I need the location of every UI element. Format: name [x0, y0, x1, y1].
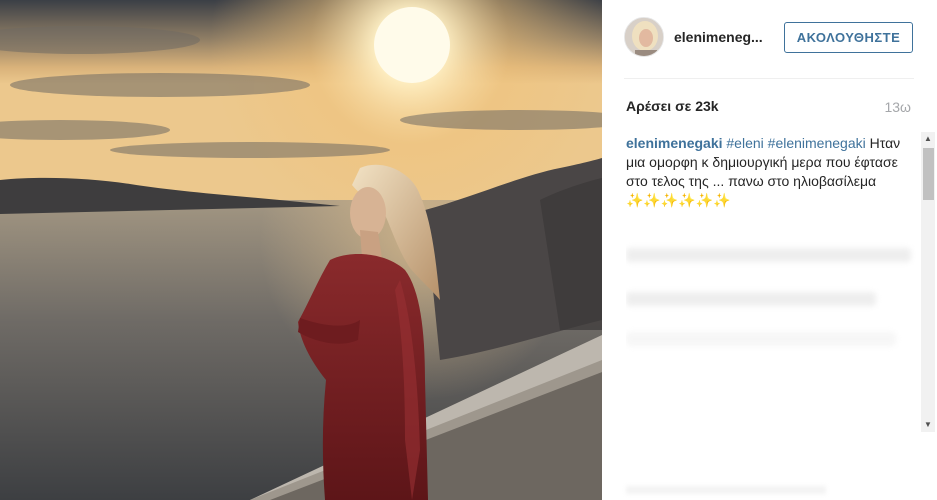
sunset-photo: [0, 0, 602, 500]
post-timestamp[interactable]: 13ω: [884, 99, 911, 115]
header-divider: [624, 78, 914, 79]
blurred-comment: [626, 292, 876, 306]
hashtag-link[interactable]: #elenimenegaki: [768, 135, 866, 151]
scroll-thumb[interactable]: [923, 148, 934, 200]
avatar[interactable]: [624, 17, 664, 57]
post-caption: elenimenegaki #eleni #elenimenegaki Ηταν…: [626, 134, 916, 210]
username-link[interactable]: elenimeneg...: [674, 29, 763, 45]
hashtag-link[interactable]: #eleni: [726, 135, 763, 151]
post-header: elenimeneg... ΑΚΟΛΟΥΘΗΣΤΕ: [602, 0, 937, 78]
likes-count[interactable]: Αρέσει σε 23k: [626, 98, 719, 114]
blurred-comment-input: [626, 486, 826, 494]
avatar-image: [625, 18, 663, 56]
scroll-up-arrow-icon[interactable]: ▲: [921, 132, 935, 146]
scroll-down-arrow-icon[interactable]: ▼: [921, 418, 935, 432]
caption-author-link[interactable]: elenimenegaki: [626, 135, 723, 151]
post-sidebar: elenimeneg... ΑΚΟΛΟΥΘΗΣΤΕ Αρέσει σε 23k …: [602, 0, 937, 500]
post-photo[interactable]: [0, 0, 602, 500]
blurred-comment: [626, 332, 896, 346]
blurred-comment: [626, 248, 911, 262]
comments-scrollbar[interactable]: ▲ ▼: [921, 132, 935, 432]
follow-button[interactable]: ΑΚΟΛΟΥΘΗΣΤΕ: [784, 22, 913, 53]
comments-section: elenimenegaki #eleni #elenimenegaki Ηταν…: [626, 134, 916, 434]
